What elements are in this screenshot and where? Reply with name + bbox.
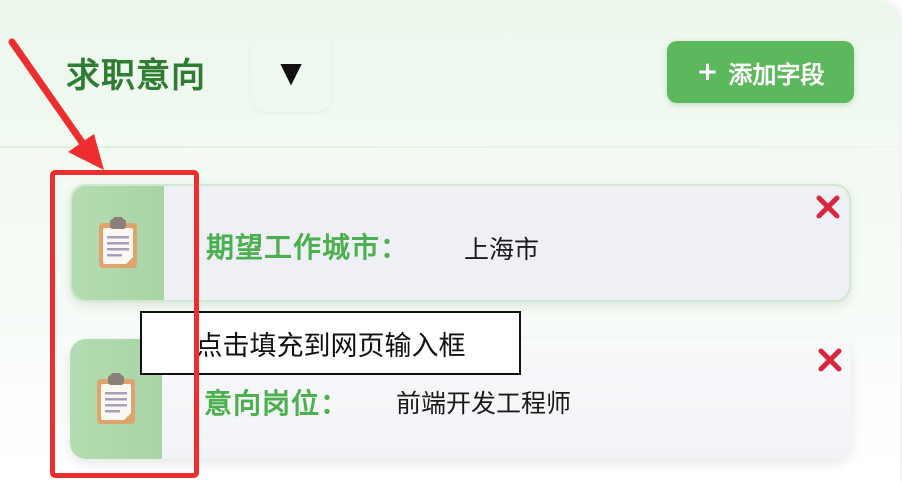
field-card-city: 期望工作城市： 上海市 bbox=[70, 184, 851, 302]
close-icon[interactable] bbox=[813, 192, 843, 222]
add-field-label: 添加字段 bbox=[728, 60, 825, 89]
plus-icon: + bbox=[696, 57, 719, 87]
section-title: 求职意向 bbox=[66, 56, 206, 96]
caret-down-icon: ▼ bbox=[280, 56, 302, 89]
field-label: 期望工作城市： bbox=[206, 231, 410, 264]
tooltip: 点击填充到网页输入框 bbox=[140, 311, 521, 375]
clipboard-icon bbox=[97, 373, 135, 424]
job-intention-panel: 求职意向 ▼ + 添加字段 期望工作城市： 上海市 意向岗位： 前端开发工程师 … bbox=[0, 0, 900, 482]
close-icon[interactable] bbox=[815, 345, 845, 375]
field-value: 上海市 bbox=[464, 235, 540, 264]
header-divider bbox=[0, 146, 900, 148]
field-value: 前端开发工程师 bbox=[396, 389, 572, 418]
field-label: 意向岗位： bbox=[204, 387, 350, 420]
add-field-button[interactable]: + 添加字段 bbox=[667, 41, 854, 103]
fill-handle-city[interactable] bbox=[72, 186, 164, 300]
clipboard-icon bbox=[99, 217, 137, 268]
collapse-toggle-button[interactable]: ▼ bbox=[250, 34, 332, 112]
